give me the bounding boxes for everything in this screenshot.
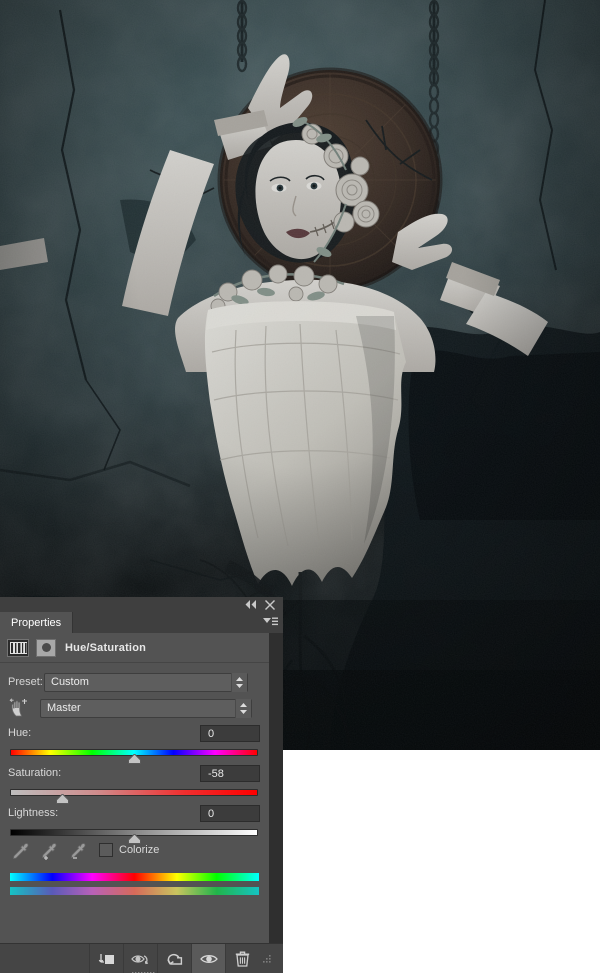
lightness-value-field[interactable]: 0 — [200, 805, 260, 822]
toggle-previous-state-button[interactable] — [123, 944, 157, 973]
toggle-visibility-button[interactable] — [191, 944, 225, 973]
colorize-checkbox[interactable] — [99, 843, 113, 857]
colorize-label: Colorize — [119, 844, 160, 856]
panel-title-bar — [0, 597, 283, 612]
channel-row: Master — [0, 697, 269, 719]
color-range-bar-original — [10, 873, 259, 881]
adjustment-title: Hue/Saturation — [65, 641, 147, 654]
close-icon[interactable] — [262, 598, 278, 611]
saturation-track[interactable] — [10, 789, 258, 796]
panel-right-gutter — [269, 633, 283, 973]
preset-spinner-icon[interactable] — [231, 672, 247, 692]
saturation-track-wrap[interactable] — [10, 789, 258, 804]
eyedropper-plus-icon[interactable] — [38, 841, 60, 861]
hue-track-wrap[interactable] — [10, 749, 258, 764]
preset-value: Custom — [51, 676, 89, 688]
eyedropper-row: Colorize — [0, 839, 269, 863]
panel-tab-bar: Properties — [0, 612, 283, 633]
delete-button[interactable] — [225, 944, 259, 973]
lightness-label: Lightness: — [8, 807, 59, 819]
color-range-bar-adjusted — [10, 887, 259, 895]
hue-slider-thumb[interactable] — [128, 754, 141, 764]
tab-properties[interactable]: Properties — [0, 612, 74, 633]
preset-label: Preset: — [8, 676, 43, 688]
adjustment-header: Hue/Saturation — [0, 633, 269, 663]
properties-body: Hue/Saturation Preset: Custom Master Hue… — [0, 633, 269, 943]
footer-button-group — [89, 944, 275, 973]
saturation-value-field[interactable]: -58 — [200, 765, 260, 782]
on-image-adjustment-hand-icon[interactable] — [6, 698, 32, 718]
panel-gutter-fill — [269, 633, 283, 943]
hue-label: Hue: — [8, 727, 32, 739]
channel-select[interactable]: Master — [40, 698, 252, 718]
saturation-slider-thumb[interactable] — [56, 794, 70, 804]
lightness-value: 0 — [208, 807, 215, 820]
preset-select[interactable]: Custom — [44, 672, 248, 692]
panel-footer — [0, 943, 283, 973]
hue-saturation-adjustment-icon[interactable] — [7, 638, 29, 657]
properties-panel: Properties Hue/Saturation Preset: Custom… — [0, 597, 283, 973]
saturation-label: Saturation: — [8, 767, 62, 779]
eyedropper-icon[interactable] — [9, 841, 31, 861]
hue-value: 0 — [208, 727, 215, 740]
reset-button[interactable] — [157, 944, 191, 973]
layer-mask-thumbnail-icon[interactable] — [36, 638, 56, 657]
preset-row: Preset: Custom — [0, 671, 269, 693]
channel-spinner-icon[interactable] — [235, 698, 251, 718]
panel-menu-icon[interactable] — [262, 616, 278, 629]
clip-to-layer-button[interactable] — [89, 944, 123, 973]
resize-grip-icon[interactable] — [259, 944, 275, 973]
collapse-panel-icon[interactable] — [243, 598, 259, 611]
saturation-value: -58 — [208, 767, 224, 780]
hue-value-field[interactable]: 0 — [200, 725, 260, 742]
eyedropper-minus-icon[interactable] — [67, 841, 89, 861]
tab-properties-label: Properties — [11, 616, 62, 629]
channel-value: Master — [47, 702, 81, 714]
